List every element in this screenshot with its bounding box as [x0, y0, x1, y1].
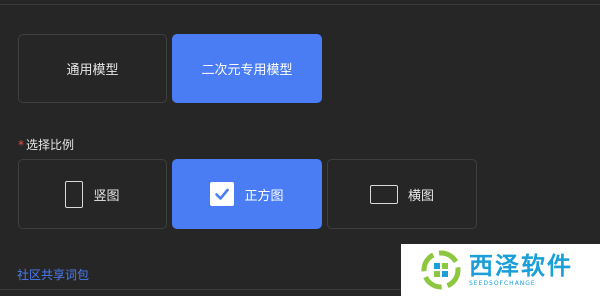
top-divider [0, 4, 600, 5]
watermark-title: 西泽软件 [469, 252, 573, 280]
watermark: 西泽软件 SEEDSOFCHANGE [401, 244, 600, 296]
community-wordpack-link[interactable]: 社区共享词包 [17, 266, 89, 283]
landscape-frame-icon [369, 184, 398, 204]
watermark-logo-icon [421, 250, 461, 290]
checkmark-icon [210, 182, 235, 206]
anime-model-button[interactable]: 二次元专用模型 [172, 34, 322, 103]
ratio-square-button[interactable]: 正方图 [172, 159, 322, 229]
ratio-landscape-label: 横图 [407, 188, 434, 204]
watermark-subtitle: SEEDSOFCHANGE [469, 280, 536, 287]
portrait-frame-icon [65, 180, 84, 208]
ratio-portrait-label: 竖图 [93, 188, 120, 204]
general-model-button[interactable]: 通用模型 [18, 34, 167, 103]
ratio-section-label: * 选择比例 [18, 136, 74, 153]
ratio-label-text: 选择比例 [26, 138, 75, 152]
ratio-landscape-button[interactable]: 横图 [327, 159, 477, 229]
anime-model-label: 二次元专用模型 [201, 63, 293, 78]
required-mark: * [18, 138, 24, 152]
ratio-square-label: 正方图 [244, 188, 284, 204]
general-model-label: 通用模型 [66, 63, 119, 78]
ratio-portrait-button[interactable]: 竖图 [18, 159, 167, 229]
